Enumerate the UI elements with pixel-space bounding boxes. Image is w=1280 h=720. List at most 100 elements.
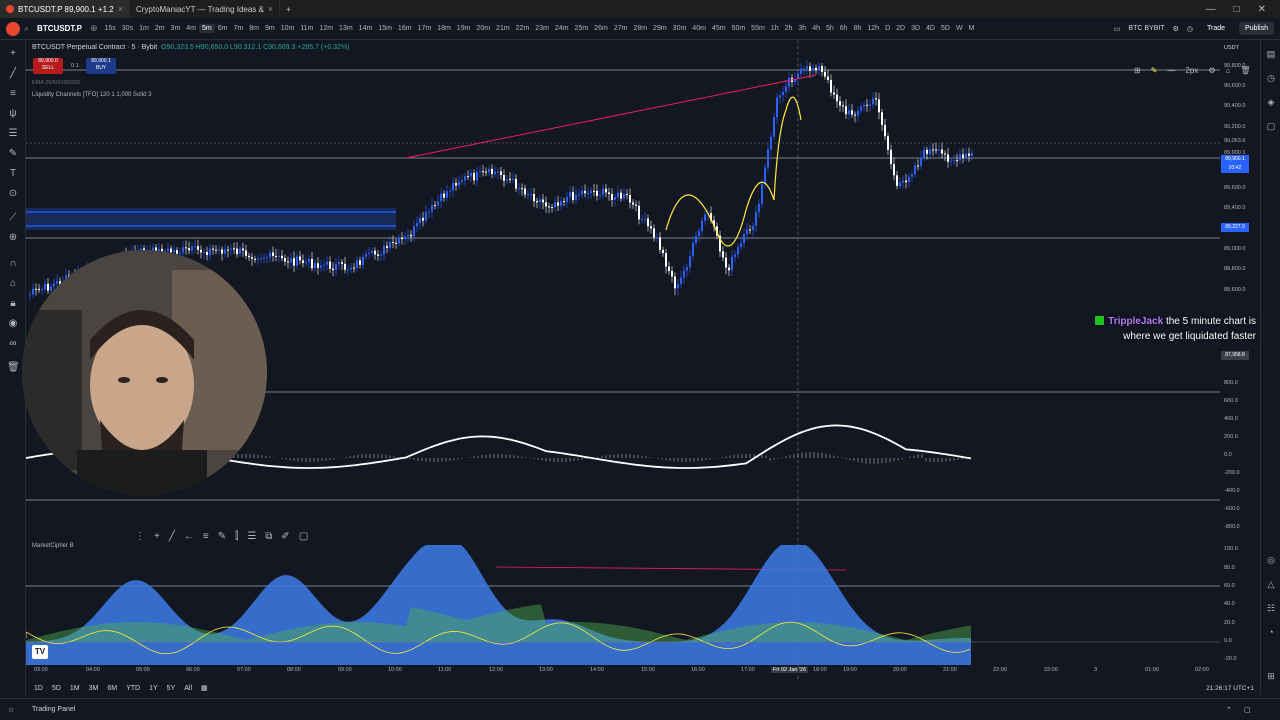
timeframe-3m[interactable]: 3m (168, 24, 184, 33)
timeframe-5m[interactable]: 5m (199, 24, 215, 33)
channel-icon[interactable]: ☰ (247, 531, 256, 542)
ray-icon[interactable]: ← (184, 531, 194, 542)
trash-icon[interactable]: 🗑︎ (7, 362, 20, 374)
timeframe-4m[interactable]: 4m (183, 24, 199, 33)
timeframe-16m[interactable]: 16m (395, 24, 415, 33)
lock-icon[interactable]: 🔒︎ (7, 298, 19, 310)
user-avatar[interactable] (6, 21, 20, 36)
layers-icon[interactable]: ◈ (1265, 96, 1277, 108)
maximize-icon[interactable]: □ (1234, 4, 1240, 15)
ideas-icon[interactable]: ☷ (1265, 602, 1277, 614)
publish-button[interactable]: Publish (1239, 22, 1274, 35)
liquidity-legend[interactable]: Liquidity Channels [TFO] 120 1 1,000 Sol… (32, 92, 151, 98)
drag-handle-icon[interactable]: ⋮ (135, 531, 145, 542)
buy-button[interactable]: 89,900.1 BUY (86, 58, 116, 74)
timeframe-27m[interactable]: 27m (611, 24, 631, 33)
timeframe-18m[interactable]: 18m (434, 24, 454, 33)
grid-icon[interactable]: ⊞ (1265, 670, 1277, 682)
new-tab-button[interactable]: + (280, 0, 297, 18)
timeframe-22m[interactable]: 22m (513, 24, 533, 33)
range-5d[interactable]: 5D (52, 685, 61, 692)
timeframe-11m[interactable]: 11m (297, 24, 316, 33)
timeframe-1m[interactable]: 1m (136, 24, 152, 33)
timeframe-15m[interactable]: 15m (375, 24, 395, 33)
timeframe-2h[interactable]: 2h (782, 24, 796, 33)
timeframe-30s[interactable]: 30s (119, 24, 136, 33)
close-tab-icon[interactable]: × (118, 4, 123, 14)
crosshair-icon[interactable]: + (7, 48, 19, 60)
clock[interactable]: 21:26:17 UTC+1 (1206, 685, 1260, 692)
timeframe-8h[interactable]: 8h (851, 24, 865, 33)
text-icon[interactable]: T (7, 168, 19, 180)
link-icon[interactable]: ∞ (7, 338, 19, 350)
trade-button[interactable]: Trade (1201, 23, 1231, 34)
trend-line-icon[interactable]: ╱ (7, 68, 19, 80)
brush-icon[interactable]: ✎ (7, 148, 19, 160)
brush-icon[interactable]: ✎ (218, 531, 226, 542)
timeframe-26m[interactable]: 26m (591, 24, 611, 33)
horizontal-lines-icon[interactable]: ≡ (7, 88, 19, 100)
timeframe-19m[interactable]: 19m (454, 24, 474, 33)
browser-tab-ideas[interactable]: CryptoManiacYT — Trading Ideas & × (130, 0, 281, 18)
add-symbol-icon[interactable]: ⊕ (90, 23, 98, 34)
timeframe-5h[interactable]: 5h (823, 24, 837, 33)
ruler-icon[interactable]: ⟋ (7, 212, 19, 224)
timeframe-D[interactable]: D (882, 24, 893, 33)
timeframe-29m[interactable]: 29m (650, 24, 670, 33)
timeframe-24m[interactable]: 24m (552, 24, 572, 33)
timeframe-55m[interactable]: 55m (748, 24, 768, 33)
range-all[interactable]: All (184, 685, 192, 692)
line-icon[interactable]: ╱ (169, 531, 175, 542)
timeframe-12h[interactable]: 12h (864, 24, 882, 33)
timeframe-50m[interactable]: 50m (729, 24, 749, 33)
timeframe-30m[interactable]: 30m (670, 24, 690, 33)
notifications-icon[interactable]: ◔ (1265, 626, 1277, 638)
stroke-width-label[interactable]: 2px (1185, 66, 1198, 75)
lock-drawings-icon[interactable]: ⌂ (7, 278, 19, 290)
template-icon[interactable]: ⊞ (1134, 66, 1141, 75)
maximize-panel-icon[interactable]: ▢ (1244, 706, 1251, 714)
watchlist-icon[interactable]: ▤ (1265, 48, 1277, 60)
timeframe-15s[interactable]: 15s (101, 24, 118, 33)
target-icon[interactable]: ◎ (1265, 554, 1277, 566)
rectangle-icon[interactable]: ▢ (299, 531, 308, 542)
timeframe-6m[interactable]: 6m (215, 24, 231, 33)
chat-icon[interactable]: ▢ (1265, 120, 1277, 132)
timeframe-12m[interactable]: 12m (316, 24, 336, 33)
timeframe-17m[interactable]: 17m (415, 24, 435, 33)
settings-icon[interactable]: ⚙ (1208, 66, 1215, 75)
currency-label[interactable]: USDT (1224, 45, 1239, 51)
range-6m[interactable]: 6M (107, 685, 117, 692)
timeframe-5D[interactable]: 5D (938, 24, 953, 33)
range-ytd[interactable]: YTD (126, 685, 140, 692)
range-1d[interactable]: 1D (34, 685, 43, 692)
browser-tab-chart[interactable]: BTCUSDT.P 89,900.1 +1.2 × (0, 0, 130, 18)
fib-icon[interactable]: ☰ (7, 128, 19, 140)
line-style-icon[interactable]: — (1167, 66, 1175, 75)
range-3m[interactable]: 3M (89, 685, 99, 692)
layers-icon[interactable]: ⧉ (265, 531, 272, 542)
close-tab-icon[interactable]: × (268, 4, 273, 14)
timeframe-8m[interactable]: 8m (246, 24, 262, 33)
timeframe-6h[interactable]: 6h (837, 24, 851, 33)
minimize-icon[interactable]: — (1206, 4, 1216, 15)
range-1y[interactable]: 1Y (149, 685, 158, 692)
timeframe-21m[interactable]: 21m (493, 24, 513, 33)
timeframe-20m[interactable]: 20m (473, 24, 493, 33)
lines-icon[interactable]: ≡ (203, 531, 209, 542)
pattern-icon[interactable]: ⊙ (7, 188, 19, 200)
sell-button[interactable]: 89,900.0 SELL (33, 58, 63, 74)
fib-icon[interactable]: ⫿ (235, 531, 238, 542)
legend-title[interactable]: BTCUSDT Perpetual Contract · 5 · Bybit (32, 44, 157, 51)
timeframe-3D[interactable]: 3D (908, 24, 923, 33)
range-5y[interactable]: 5Y (167, 685, 176, 692)
exchange-label[interactable]: BTC BYBIT (1128, 25, 1164, 32)
timeframe-4D[interactable]: 4D (923, 24, 938, 33)
pen-icon[interactable]: ✐ (281, 531, 289, 542)
timeframe-13m[interactable]: 13m (336, 24, 356, 33)
timeframe-7m[interactable]: 7m (230, 24, 246, 33)
symbol-search[interactable]: BTCUSDT.P (33, 24, 86, 33)
magnet-icon[interactable]: ∩ (7, 258, 19, 270)
timeframe-3h[interactable]: 3h (795, 24, 809, 33)
timeframe-25m[interactable]: 25m (572, 24, 592, 33)
